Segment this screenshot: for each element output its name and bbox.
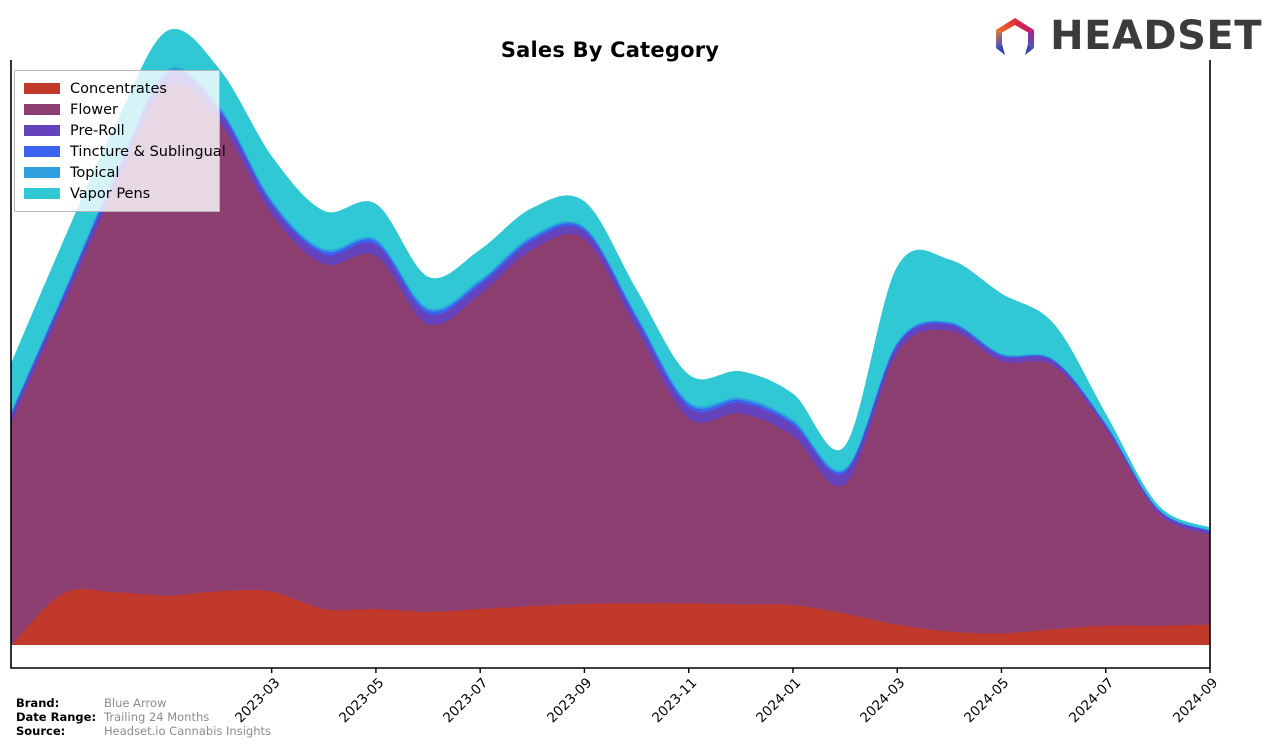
- headset-hexagon-logo-icon: [996, 18, 1035, 55]
- legend-item[interactable]: Topical: [24, 162, 209, 183]
- headset-logo: HEADSET: [987, 12, 1262, 60]
- legend-item-label: Pre-Roll: [70, 122, 125, 139]
- footer-label: Brand:: [16, 696, 60, 710]
- legend-color-swatch: [24, 167, 60, 178]
- legend-item-label: Vapor Pens: [70, 185, 151, 202]
- footer-row: Date Range: Trailing 24 Months: [16, 710, 271, 724]
- legend-color-swatch: [24, 83, 60, 94]
- footer-value: Blue Arrow: [104, 696, 167, 710]
- headset-wordmark: HEADSET: [1050, 13, 1262, 59]
- legend-color-swatch: [24, 146, 60, 157]
- chart-footer-metadata: Brand: Blue Arrow Date Range: Trailing 24 M…: [16, 696, 271, 738]
- legend-item[interactable]: Tincture & Sublingual: [24, 141, 226, 162]
- legend-color-swatch: [24, 125, 60, 136]
- legend-item-label: Tincture & Sublingual: [70, 143, 226, 160]
- legend-item-label: Flower: [70, 101, 118, 118]
- legend-item[interactable]: Concentrates: [24, 78, 209, 99]
- legend-item-label: Concentrates: [70, 80, 167, 97]
- footer-row: Source: Headset.io Cannabis Insights: [16, 724, 271, 738]
- legend-item[interactable]: Flower: [24, 99, 209, 120]
- footer-value: Trailing 24 Months: [104, 710, 210, 724]
- legend-color-swatch: [24, 104, 60, 115]
- legend-item[interactable]: Vapor Pens: [24, 183, 209, 204]
- chart-legend: Concentrates Flower Pre-Roll Tincture & Sub…: [14, 70, 226, 212]
- footer-value: Headset.io Cannabis Insights: [104, 724, 271, 738]
- footer-label: Date Range:: [16, 710, 97, 724]
- legend-item[interactable]: Pre-Roll: [24, 120, 209, 141]
- chart-page: Sales By Category HEADSET Concentrates F…: [0, 0, 1276, 748]
- footer-row: Brand: Blue Arrow: [16, 696, 271, 710]
- legend-color-swatch: [24, 188, 60, 199]
- footer-label: Source:: [16, 724, 66, 738]
- legend-item-label: Topical: [70, 164, 120, 181]
